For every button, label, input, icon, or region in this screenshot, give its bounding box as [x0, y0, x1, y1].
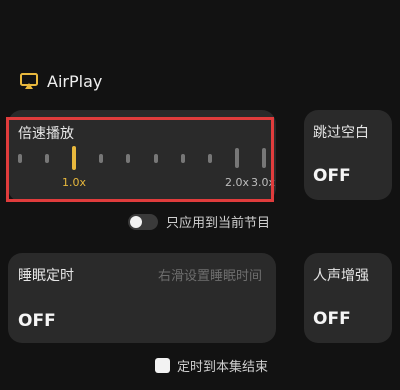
skip-silence-card[interactable]: 跳过空白 OFF [304, 110, 392, 200]
speed-tick[interactable] [45, 154, 49, 163]
voice-enhance-card[interactable]: 人声增强 OFF [304, 253, 392, 343]
speed-tick[interactable] [99, 154, 103, 163]
airplay-label: AirPlay [47, 71, 103, 91]
sleep-timer-title: 睡眠定时 [18, 268, 74, 284]
sleep-timer-value: OFF [18, 311, 56, 331]
apply-current-label: 只应用到当前节目 [166, 216, 271, 231]
voice-enhance-title: 人声增强 [313, 268, 369, 284]
speed-tick[interactable] [208, 154, 212, 163]
end-episode-label: 定时到本集结束 [177, 360, 269, 375]
skip-silence-value: OFF [313, 166, 351, 186]
playback-speed-card[interactable]: 倍速播放 1.0x 2.0x 3.0x [8, 110, 276, 202]
speed-tick[interactable] [235, 148, 239, 168]
apply-current-toggle-row[interactable]: 只应用到当前节目 [128, 212, 270, 231]
sleep-timer-hint: 右滑设置睡眠时间 [157, 269, 262, 284]
speed-tick[interactable] [181, 154, 185, 163]
speed-label-1x: 1.0x [62, 176, 87, 189]
sleep-timer-card[interactable]: 睡眠定时 右滑设置睡眠时间 OFF [8, 253, 276, 343]
speed-tick[interactable] [18, 154, 22, 163]
speed-tick[interactable] [72, 146, 76, 170]
end-episode-checkbox[interactable] [155, 358, 170, 373]
toggle-knob [130, 215, 142, 228]
airplay-icon [20, 73, 38, 89]
airplay-button[interactable]: AirPlay [19, 71, 102, 91]
voice-enhance-value: OFF [313, 309, 351, 329]
speed-tick[interactable] [262, 148, 266, 168]
speed-label-3x: 3.0x [251, 176, 276, 189]
speed-tick[interactable] [126, 154, 130, 163]
speed-tick[interactable] [154, 154, 158, 163]
speed-label-2x: 2.0x [225, 176, 250, 189]
end-episode-check-row[interactable]: 定时到本集结束 [155, 356, 268, 375]
skip-silence-title: 跳过空白 [313, 125, 369, 141]
apply-current-toggle[interactable] [128, 213, 158, 230]
